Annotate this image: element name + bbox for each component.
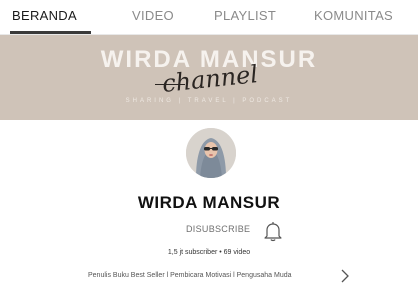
tab-komunitas[interactable]: KOMUNITAS (314, 8, 393, 23)
tab-video[interactable]: VIDEO (132, 8, 174, 23)
tab-beranda[interactable]: BERANDA (12, 8, 77, 23)
channel-description: Penulis Buku Best Seller l Pembicara Mot… (88, 272, 292, 279)
subscribe-row: DISUBSCRIBE (0, 220, 418, 242)
avatar[interactable] (186, 128, 236, 178)
active-tab-indicator (10, 31, 91, 34)
channel-description-row[interactable]: Penulis Buku Best Seller l Pembicara Mot… (0, 268, 418, 286)
channel-name: WIRDA MANSUR (137, 193, 281, 212)
avatar-image (186, 128, 236, 178)
tab-playlist[interactable]: PLAYLIST (214, 8, 276, 23)
chevron-right-icon (340, 269, 350, 283)
banner-tagline: SHARING | TRAVEL | PODCAST (125, 98, 293, 104)
tab-bar: BERANDA VIDEO PLAYLIST KOMUNITAS (0, 0, 418, 35)
channel-stats: 1,5 jt subscriber • 69 video (167, 249, 251, 256)
subscribe-button[interactable]: DISUBSCRIBE (186, 224, 250, 234)
bell-icon[interactable] (263, 220, 283, 242)
channel-banner: WIRDA MANSUR channel SHARING | TRAVEL | … (0, 35, 418, 120)
